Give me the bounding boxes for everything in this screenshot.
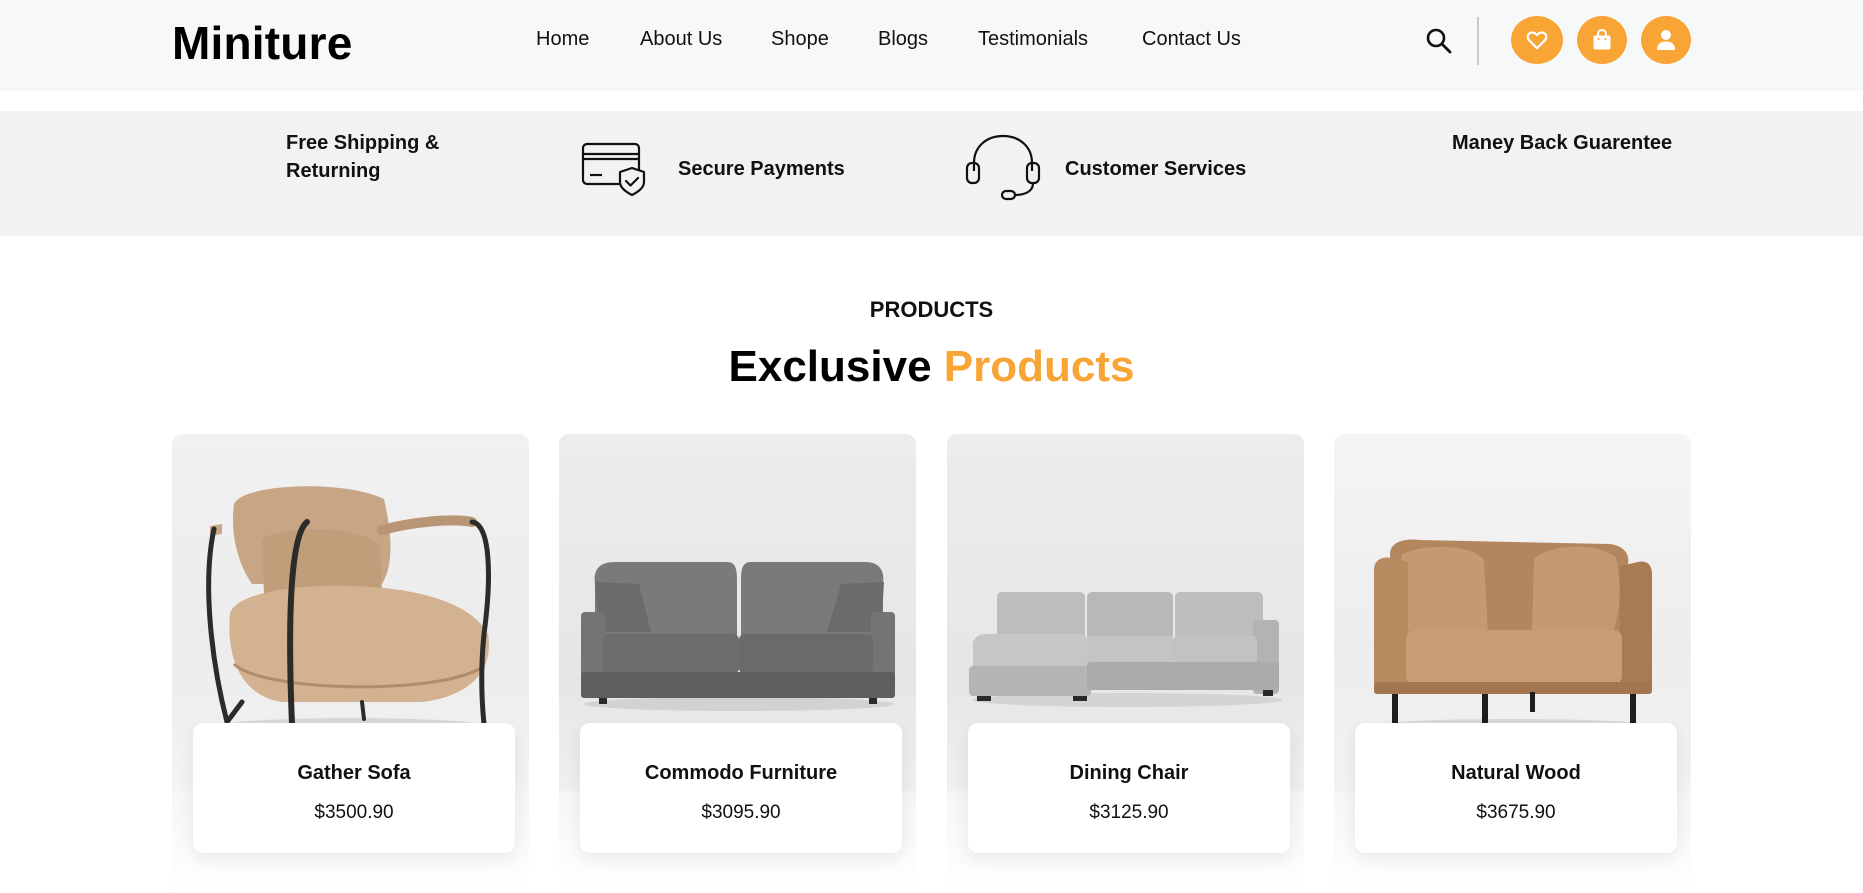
cart-button[interactable] (1577, 16, 1627, 64)
product-name[interactable]: Natural Wood (1355, 762, 1677, 785)
product-info: Gather Sofa $3500.90 (193, 723, 515, 853)
product-name[interactable]: Gather Sofa (193, 762, 515, 785)
nav-home[interactable]: Home (536, 28, 640, 51)
product-card[interactable]: Gather Sofa $3500.90 (172, 434, 529, 893)
product-price: $3675.90 (1476, 802, 1556, 823)
header-divider (1477, 17, 1479, 65)
nav-shope[interactable]: Shope (771, 28, 878, 51)
section-title: Exclusive Products (0, 342, 1863, 392)
product-info: Dining Chair $3125.90 (968, 723, 1290, 853)
credit-card-shield-icon (580, 138, 650, 198)
user-icon (1657, 30, 1675, 50)
headset-icon (964, 133, 1042, 203)
product-card[interactable]: Dining Chair $3125.90 (947, 434, 1304, 893)
feature-secure-payments: Secure Payments (678, 158, 845, 180)
main-nav: Home About Us Shope Blogs Testimonials C… (536, 28, 1262, 51)
section-eyebrow: PRODUCTS (869, 297, 994, 322)
nav-about-us[interactable]: About Us (640, 28, 771, 51)
feature-customer-services: Customer Services (1065, 158, 1247, 180)
product-card[interactable]: Commodo Furniture $3095.90 (559, 434, 916, 893)
feature-free-shipping: Free Shipping & Returning (286, 132, 440, 182)
product-info: Commodo Furniture $3095.90 (580, 723, 902, 853)
nav-contact-us[interactable]: Contact Us (1142, 28, 1262, 51)
account-button[interactable] (1641, 16, 1691, 64)
product-price: $3500.90 (314, 802, 394, 823)
wishlist-button[interactable] (1511, 16, 1563, 64)
product-name[interactable]: Commodo Furniture (580, 762, 902, 785)
product-price: $3095.90 (701, 802, 781, 823)
product-name[interactable]: Dining Chair (968, 762, 1290, 785)
heart-icon (1526, 31, 1548, 50)
product-card[interactable]: Natural Wood $3675.90 (1334, 434, 1691, 893)
product-info: Natural Wood $3675.90 (1355, 723, 1677, 853)
feature-money-back: Maney Back Guarentee (1452, 132, 1673, 154)
nav-blogs[interactable]: Blogs (878, 28, 978, 51)
site-logo[interactable]: Miniture (172, 16, 352, 70)
nav-testimonials[interactable]: Testimonials (978, 28, 1142, 51)
title-accent: Products (943, 342, 1135, 391)
title-main: Exclusive (728, 342, 932, 391)
search-icon[interactable] (1424, 26, 1454, 56)
product-price: $3125.90 (1089, 802, 1169, 823)
shopping-bag-icon (1593, 29, 1611, 50)
site-header: Miniture Home About Us Shope Blogs Testi… (0, 0, 1863, 91)
features-band: Free Shipping & Returning Secure Payment… (0, 111, 1863, 236)
